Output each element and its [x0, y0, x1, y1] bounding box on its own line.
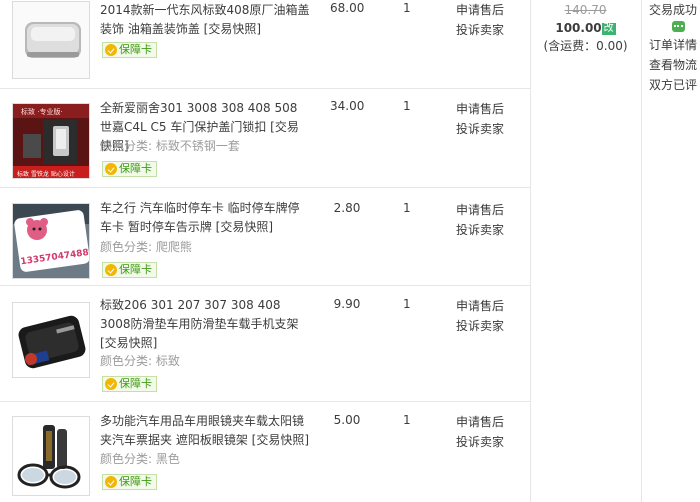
- product-title[interactable]: 标致206 301 207 307 308 408 3008防滑垫车用防滑垫车载…: [100, 296, 310, 353]
- complain-seller-link[interactable]: 投诉卖家: [456, 432, 504, 452]
- quantity: 1: [403, 201, 411, 215]
- rated-status: 双方已评: [649, 78, 698, 92]
- order-item-row: 标致206 301 207 307 308 408 3008防滑垫车用防滑垫车载…: [0, 286, 530, 402]
- view-logistics-link[interactable]: 查看物流: [649, 55, 700, 75]
- item-actions: 申请售后 投诉卖家: [456, 296, 504, 336]
- order-item-row: 多功能汽车用品车用眼镜夹车载太阳镜夹汽车票据夹 遮阳板眼镜架 [交易快照] 颜色…: [0, 402, 530, 502]
- quantity: 1: [403, 99, 411, 113]
- product-title[interactable]: 多功能汽车用品车用眼镜夹车载太阳镜夹汽车票据夹 遮阳板眼镜架 [交易快照]: [100, 412, 310, 450]
- column-divider: [530, 0, 531, 502]
- apply-after-sale-link[interactable]: 申请售后: [456, 99, 504, 119]
- quantity: 1: [403, 1, 411, 15]
- order-item-row: 13357047488 车之行 汽车临时停车卡 临时停车牌停车卡 暂时停车告示牌…: [0, 188, 530, 286]
- unit-price: 5.00: [333, 413, 361, 427]
- trade-snapshot-link[interactable]: [交易快照]: [252, 433, 309, 447]
- original-price: 140.70: [564, 3, 607, 17]
- apply-after-sale-link[interactable]: 申请售后: [456, 296, 504, 316]
- quantity: 1: [403, 297, 411, 311]
- complain-seller-link[interactable]: 投诉卖家: [456, 119, 504, 139]
- item-actions: 申请售后 投诉卖家: [456, 200, 504, 240]
- product-title-text[interactable]: 标致206 301 207 307 308 408 3008防滑垫车用防滑垫车载…: [100, 298, 299, 331]
- anti-slip-mat-product-image: [13, 303, 89, 377]
- complain-seller-link[interactable]: 投诉卖家: [456, 316, 504, 336]
- price-modified-tag: 改: [601, 23, 616, 35]
- order-items: 2014款新一代东风标致408原厂油箱盖装饰 油箱盖装饰盖 [交易快照] 保障卡…: [0, 0, 530, 502]
- product-title[interactable]: 2014款新一代东风标致408原厂油箱盖装饰 油箱盖装饰盖 [交易快照]: [100, 1, 310, 39]
- product-thumbnail[interactable]: 标致 ·专业版· 标致 雪铁龙 贴心设计: [12, 103, 90, 179]
- order-status: 交易成功 订单详情 查看物流 双方已评: [642, 0, 700, 95]
- trade-snapshot-link[interactable]: [交易快照]: [204, 22, 261, 36]
- guarantee-check-icon: [105, 264, 117, 276]
- product-title-text[interactable]: 全新爱丽舍301 3008 308 408 508 世嘉C4L C5 车门保护盖…: [100, 101, 297, 134]
- quantity: 1: [403, 413, 411, 427]
- shipping-fee: (含运费：0.00): [543, 39, 628, 53]
- order-total: 140.70 100.00 改 (含运费：0.00): [531, 0, 640, 55]
- complain-seller-link[interactable]: 投诉卖家: [456, 20, 504, 40]
- guarantee-card-badge[interactable]: 保障卡: [102, 42, 157, 58]
- unit-price: 34.00: [330, 99, 365, 113]
- unit-price: 9.90: [333, 297, 361, 311]
- paid-price: 100.00 改: [555, 21, 616, 35]
- guarantee-card-badge[interactable]: 保障卡: [102, 262, 157, 278]
- order-item-row: 标致 ·专业版· 标致 雪铁龙 贴心设计 全新爱丽舍301 3008 308 4…: [0, 89, 530, 188]
- product-sku: 颜色分类: 爬爬熊: [100, 240, 192, 254]
- guarantee-card-badge[interactable]: 保障卡: [102, 161, 157, 177]
- parking-card-product-image: 13357047488: [13, 204, 89, 278]
- order-item-row: 2014款新一代东风标致408原厂油箱盖装饰 油箱盖装饰盖 [交易快照] 保障卡…: [0, 0, 530, 89]
- svg-text:标致 ·专业版·: 标致 ·专业版·: [21, 107, 63, 116]
- guarantee-card-badge[interactable]: 保障卡: [102, 376, 157, 392]
- trade-snapshot-link[interactable]: [交易快照]: [100, 336, 157, 350]
- apply-after-sale-link[interactable]: 申请售后: [456, 412, 504, 432]
- guarantee-card-badge[interactable]: 保障卡: [102, 474, 157, 490]
- guarantee-check-icon: [105, 163, 117, 175]
- item-actions: 申请售后 投诉卖家: [456, 412, 504, 452]
- product-thumbnail[interactable]: [12, 302, 90, 378]
- door-lock-cover-product-image: 标致 ·专业版· 标致 雪铁龙 贴心设计: [13, 104, 89, 178]
- fuel-cap-product-image: [13, 2, 89, 78]
- product-sku: 颜色分类: 标致: [100, 354, 180, 368]
- product-sku: 颜色分类: 黑色: [100, 452, 180, 466]
- guarantee-check-icon: [105, 476, 117, 488]
- glasses-clip-product-image: [13, 417, 89, 495]
- trade-status: 交易成功: [649, 3, 698, 17]
- complain-seller-link[interactable]: 投诉卖家: [456, 220, 504, 240]
- svg-text:标致 雪铁龙 贴心设计: 标致 雪铁龙 贴心设计: [17, 170, 75, 178]
- guarantee-check-icon: [105, 44, 117, 56]
- unit-price: 68.00: [330, 1, 365, 15]
- item-actions: 申请售后 投诉卖家: [456, 99, 504, 139]
- guarantee-check-icon: [105, 378, 117, 390]
- product-thumbnail[interactable]: 13357047488: [12, 203, 90, 279]
- apply-after-sale-link[interactable]: 申请售后: [456, 200, 504, 220]
- item-actions: 申请售后 投诉卖家: [456, 0, 504, 40]
- product-sku: 颜色分类: 标致不锈钢一套: [100, 139, 240, 153]
- product-title[interactable]: 车之行 汽车临时停车卡 临时停车牌停车卡 暂时停车告示牌 [交易快照]: [100, 199, 310, 237]
- wangwang-chat-icon[interactable]: [672, 21, 685, 32]
- product-thumbnail[interactable]: [12, 1, 90, 79]
- apply-after-sale-link[interactable]: 申请售后: [456, 0, 504, 20]
- product-thumbnail[interactable]: [12, 416, 90, 496]
- unit-price: 2.80: [333, 201, 361, 215]
- trade-snapshot-link[interactable]: [交易快照]: [216, 220, 273, 234]
- order-detail-link[interactable]: 订单详情: [649, 35, 700, 55]
